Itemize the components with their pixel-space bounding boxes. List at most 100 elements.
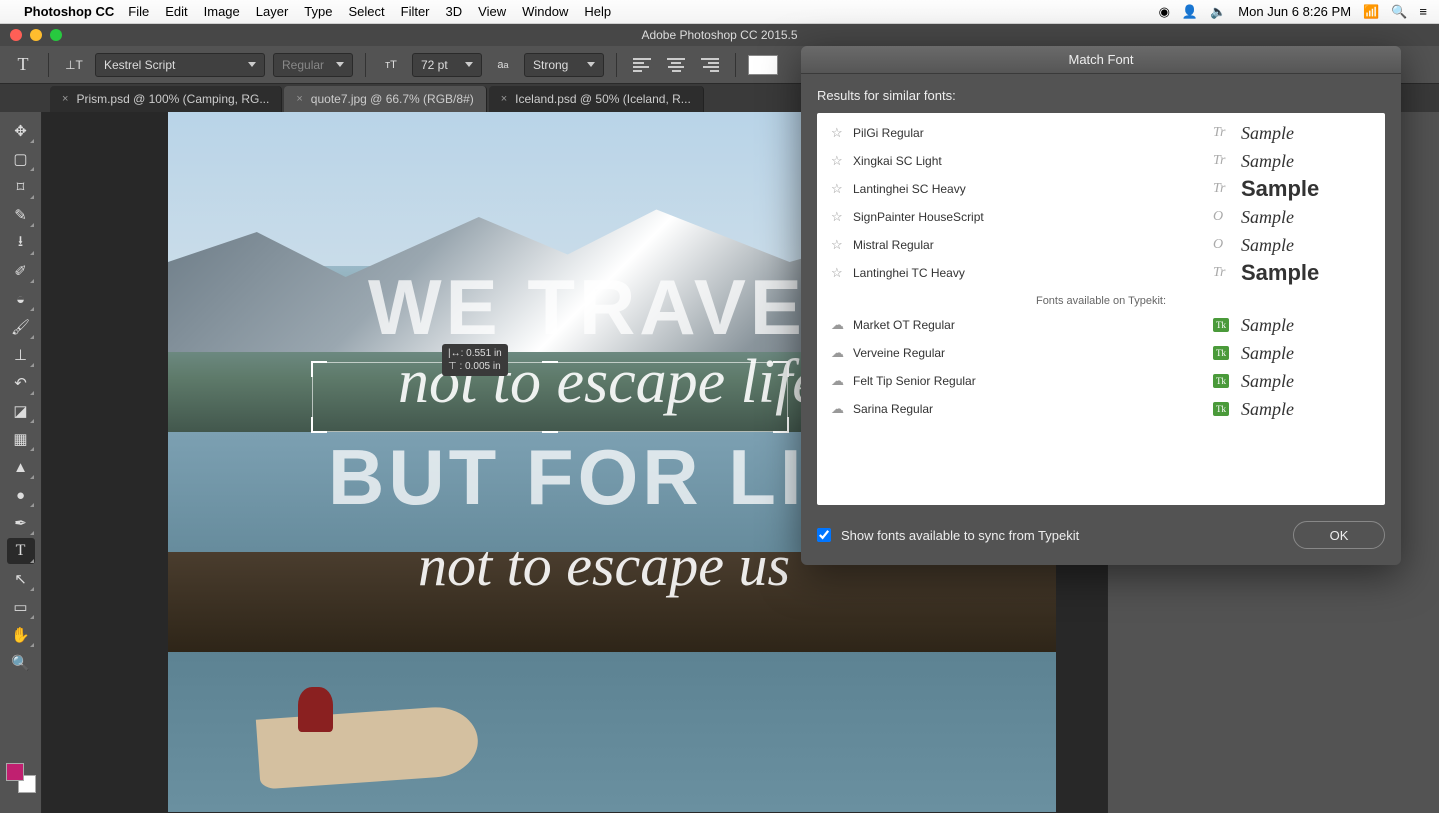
document-tab[interactable]: ×quote7.jpg @ 66.7% (RGB/8#) — [284, 86, 486, 112]
volume-icon[interactable]: 🔈 — [1210, 4, 1226, 20]
zoom-tool-icon[interactable]: 🔍 — [7, 650, 35, 676]
text-orientation-icon[interactable]: ⊥T — [61, 52, 87, 78]
type-tool-icon[interactable]: T — [7, 538, 35, 564]
wifi-icon[interactable]: 📶 — [1363, 4, 1379, 20]
menu-edit[interactable]: Edit — [165, 4, 187, 19]
align-center-icon[interactable] — [663, 52, 689, 78]
ok-button[interactable]: OK — [1293, 521, 1385, 549]
favorite-star-icon[interactable]: ☆ — [831, 237, 853, 253]
text-layer[interactable]: not to escape us — [418, 532, 790, 599]
font-result-row[interactable]: ☆Lantinghei SC HeavyTrSample — [817, 175, 1385, 203]
window-titlebar: Adobe Photoshop CC 2015.5 — [0, 24, 1439, 46]
font-result-row[interactable]: ☁Felt Tip Senior RegularTkSample — [817, 367, 1385, 395]
menu-view[interactable]: View — [478, 4, 506, 19]
eyedropper-tool-icon[interactable]: ✐ — [7, 258, 35, 284]
menu-filter[interactable]: Filter — [401, 4, 430, 19]
chevron-down-icon — [248, 62, 256, 67]
font-result-row[interactable]: ☆SignPainter HouseScriptOSample — [817, 203, 1385, 231]
favorite-star-icon[interactable]: ☆ — [831, 265, 853, 281]
menu-layer[interactable]: Layer — [256, 4, 289, 19]
gradient-tool-icon[interactable]: ▦ — [7, 426, 35, 452]
anti-alias-value: Strong — [533, 58, 568, 72]
type-tool-preset-icon[interactable]: T — [10, 52, 36, 78]
sync-cloud-icon[interactable]: ☁ — [831, 345, 853, 361]
close-icon[interactable]: × — [296, 93, 302, 105]
path-select-tool-icon[interactable]: ↖ — [7, 566, 35, 592]
sync-cloud-icon[interactable]: ☁ — [831, 401, 853, 417]
move-tool-icon[interactable]: ✥ — [7, 118, 35, 144]
text-layer[interactable]: WE TRAVEL — [368, 262, 858, 353]
align-right-icon[interactable] — [697, 52, 723, 78]
spotlight-icon[interactable]: 🔍 — [1391, 4, 1407, 20]
font-results-list[interactable]: ☆PilGi RegularTrSample ☆Xingkai SC Light… — [817, 113, 1385, 505]
match-font-selection[interactable] — [312, 362, 788, 432]
font-result-row[interactable]: ☁Verveine RegularTkSample — [817, 339, 1385, 367]
history-brush-tool-icon[interactable]: ↶ — [7, 370, 35, 396]
show-typekit-checkbox[interactable] — [817, 528, 831, 542]
menu-file[interactable]: File — [128, 4, 149, 19]
foreground-background-swatch[interactable] — [6, 763, 36, 793]
match-font-dialog: Match Font Results for similar fonts: ☆P… — [801, 46, 1401, 565]
cc-icon[interactable]: ◉ — [1159, 4, 1170, 20]
font-sample: Sample — [1241, 207, 1371, 228]
crop-tool-icon[interactable]: ⭳ — [7, 230, 35, 256]
healing-tool-icon[interactable]: ◒ — [7, 286, 35, 312]
show-typekit-label[interactable]: Show fonts available to sync from Typeki… — [841, 528, 1283, 543]
font-result-row[interactable]: ☆Xingkai SC LightTrSample — [817, 147, 1385, 175]
blur-tool-icon[interactable]: ▲ — [7, 454, 35, 480]
favorite-star-icon[interactable]: ☆ — [831, 181, 853, 197]
menu-type[interactable]: Type — [304, 4, 332, 19]
eraser-tool-icon[interactable]: ◪ — [7, 398, 35, 424]
rectangle-tool-icon[interactable]: ▭ — [7, 594, 35, 620]
dodge-tool-icon[interactable]: ● — [7, 482, 35, 508]
stamp-tool-icon[interactable]: ⊥ — [7, 342, 35, 368]
window-zoom-button[interactable] — [50, 29, 62, 41]
font-name: Felt Tip Senior Regular — [853, 374, 1213, 388]
window-close-button[interactable] — [10, 29, 22, 41]
tab-label: Prism.psd @ 100% (Camping, RG... — [76, 92, 269, 106]
font-name: PilGi Regular — [853, 126, 1213, 140]
favorite-star-icon[interactable]: ☆ — [831, 153, 853, 169]
menu-select[interactable]: Select — [348, 4, 384, 19]
pen-tool-icon[interactable]: ✒ — [7, 510, 35, 536]
font-size-select[interactable]: 72 pt — [412, 53, 482, 77]
font-family-select[interactable]: Kestrel Script — [95, 53, 265, 77]
menu-image[interactable]: Image — [204, 4, 240, 19]
hand-tool-icon[interactable]: ✋ — [7, 622, 35, 648]
results-label: Results for similar fonts: — [817, 88, 1385, 103]
font-result-row[interactable]: ☆PilGi RegularTrSample — [817, 119, 1385, 147]
font-result-row[interactable]: ☆Mistral RegularOSample — [817, 231, 1385, 259]
font-result-row[interactable]: ☆Lantinghei TC HeavyTrSample — [817, 259, 1385, 287]
align-left-icon[interactable] — [629, 52, 655, 78]
datetime[interactable]: Mon Jun 6 8:26 PM — [1238, 4, 1351, 19]
lasso-tool-icon[interactable]: ⌑ — [7, 174, 35, 200]
font-type-icon: O — [1213, 209, 1241, 225]
close-icon[interactable]: × — [501, 93, 507, 105]
close-icon[interactable]: × — [62, 93, 68, 105]
typekit-badge-icon: Tk — [1213, 374, 1229, 388]
document-tab[interactable]: × Iceland.psd @ 50% (Iceland, R... — [489, 86, 704, 112]
menu-icon[interactable]: ≡ — [1419, 4, 1427, 19]
document-tab[interactable]: × Prism.psd @ 100% (Camping, RG... — [50, 86, 282, 112]
sync-cloud-icon[interactable]: ☁ — [831, 373, 853, 389]
font-name: Sarina Regular — [853, 402, 1213, 416]
sync-cloud-icon[interactable]: ☁ — [831, 317, 853, 333]
favorite-star-icon[interactable]: ☆ — [831, 125, 853, 141]
favorite-star-icon[interactable]: ☆ — [831, 209, 853, 225]
app-name[interactable]: Photoshop CC — [24, 4, 114, 19]
menu-3d[interactable]: 3D — [446, 4, 463, 19]
anti-alias-select[interactable]: Strong — [524, 53, 604, 77]
text-color-swatch[interactable] — [748, 55, 778, 75]
brush-tool-icon[interactable]: 🖌 — [7, 314, 35, 340]
quick-select-tool-icon[interactable]: ✎ — [7, 202, 35, 228]
font-type-icon: Tr — [1213, 181, 1241, 197]
menu-window[interactable]: Window — [522, 4, 568, 19]
font-style-select[interactable]: Regular — [273, 53, 353, 77]
menu-help[interactable]: Help — [584, 4, 611, 19]
tab-label: Iceland.psd @ 50% (Iceland, R... — [515, 92, 691, 106]
user-icon[interactable]: 👤 — [1182, 4, 1198, 20]
font-result-row[interactable]: ☁Sarina RegularTkSample — [817, 395, 1385, 423]
marquee-tool-icon[interactable]: ▢ — [7, 146, 35, 172]
window-minimize-button[interactable] — [30, 29, 42, 41]
font-result-row[interactable]: ☁Market OT RegularTkSample — [817, 311, 1385, 339]
